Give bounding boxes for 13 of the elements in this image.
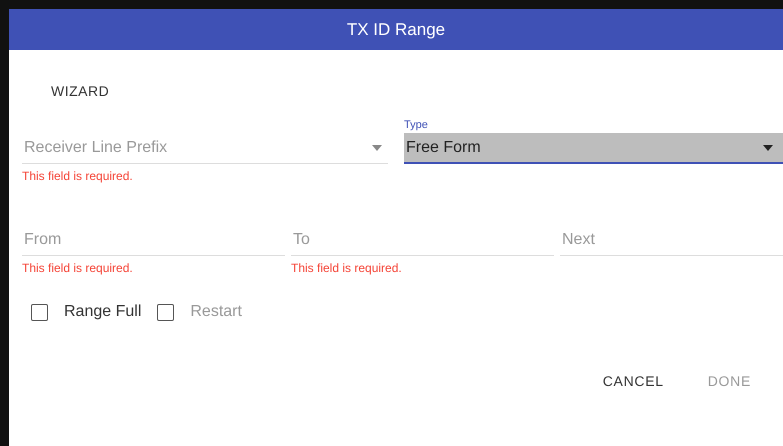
select-field[interactable]: Free Form bbox=[404, 133, 783, 164]
error-message: This field is required. bbox=[22, 169, 133, 183]
caret-icon bbox=[372, 145, 382, 151]
caret-icon bbox=[763, 144, 773, 150]
window-title: TX ID Range bbox=[346, 20, 446, 40]
checkbox-label: Range Full bbox=[64, 303, 142, 321]
error-message: This field is required. bbox=[291, 261, 402, 275]
wizard-label: WIZARD bbox=[51, 83, 110, 99]
checkbox[interactable] bbox=[31, 304, 48, 320]
cancel-button[interactable]: CANCEL bbox=[590, 365, 676, 397]
checkbox-label: Restart bbox=[190, 303, 242, 321]
error-message: This field is required. bbox=[22, 261, 133, 275]
field-label: Type bbox=[404, 119, 428, 131]
